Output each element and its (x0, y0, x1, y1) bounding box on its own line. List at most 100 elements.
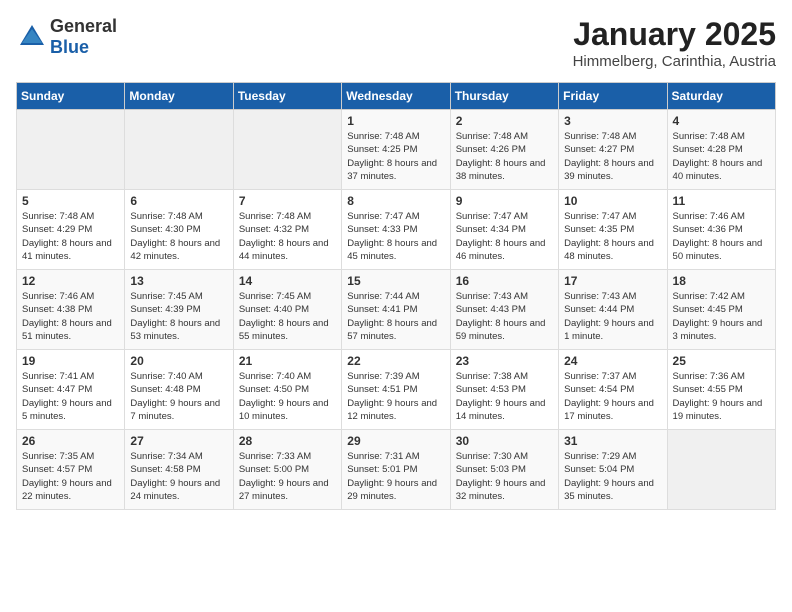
day-number: 28 (239, 434, 336, 448)
day-number: 15 (347, 274, 444, 288)
page-title: January 2025 (573, 16, 776, 53)
calendar-cell: 23Sunrise: 7:38 AMSunset: 4:53 PMDayligh… (450, 350, 558, 430)
day-info: Sunrise: 7:48 AMSunset: 4:28 PMDaylight:… (673, 130, 770, 183)
day-info: Sunrise: 7:29 AMSunset: 5:04 PMDaylight:… (564, 450, 661, 503)
day-number: 10 (564, 194, 661, 208)
calendar-cell: 22 Sunrise: 7:39 AMSunset: 4:51 PMDayligh… (342, 350, 450, 430)
calendar-day-header: Wednesday (342, 83, 450, 110)
calendar-cell: 29 Sunrise: 7:31 AMSunset: 5:01 PMDayligh… (342, 430, 450, 510)
logo: General Blue (16, 16, 117, 58)
day-number: 20 (130, 354, 227, 368)
day-number: 6 (130, 194, 227, 208)
day-number: 16 (456, 274, 553, 288)
calendar-cell: 11 Sunrise: 7:46 AMSunset: 4:36 PMDayligh… (667, 190, 775, 270)
day-number: 9 (456, 194, 553, 208)
page-subtitle: Himmelberg, Carinthia, Austria (573, 53, 776, 70)
calendar-cell: 17 Sunrise: 7:43 AMSunset: 4:44 PMDayligh… (559, 270, 667, 350)
calendar-week-row: 26Sunrise: 7:35 AMSunset: 4:57 PMDayligh… (17, 430, 776, 510)
day-info: Sunrise: 7:40 AMSunset: 4:48 PMDaylight:… (130, 370, 227, 423)
day-info: Sunrise: 7:48 AMSunset: 4:29 PMDaylight:… (22, 210, 119, 263)
day-info: Sunrise: 7:48 AMSunset: 4:25 PMDaylight:… (347, 130, 444, 183)
calendar-cell (667, 430, 775, 510)
calendar-cell: 8Sunrise: 7:47 AMSunset: 4:33 PMDaylight… (342, 190, 450, 270)
day-info: Sunrise: 7:37 AMSunset: 4:54 PMDaylight:… (564, 370, 661, 423)
calendar-cell: 16 Sunrise: 7:43 AMSunset: 4:43 PMDayligh… (450, 270, 558, 350)
day-number: 27 (130, 434, 227, 448)
calendar-week-row: 12 Sunrise: 7:46 AMSunset: 4:38 PMDayligh… (17, 270, 776, 350)
calendar-week-row: 19 Sunrise: 7:41 AMSunset: 4:47 PMDayligh… (17, 350, 776, 430)
day-info: Sunrise: 7:48 AMSunset: 4:30 PMDaylight:… (130, 210, 227, 263)
day-info: Sunrise: 7:48 AMSunset: 4:27 PMDaylight:… (564, 130, 661, 183)
day-number: 31 (564, 434, 661, 448)
day-number: 3 (564, 114, 661, 128)
day-number: 8 (347, 194, 444, 208)
day-number: 19 (22, 354, 119, 368)
day-info: Sunrise: 7:46 AMSunset: 4:36 PMDaylight:… (673, 210, 770, 263)
day-info: Sunrise: 7:44 AMSunset: 4:41 PMDaylight:… (347, 290, 444, 343)
day-number: 17 (564, 274, 661, 288)
day-number: 11 (673, 194, 770, 208)
day-info: Sunrise: 7:45 AMSunset: 4:40 PMDaylight:… (239, 290, 336, 343)
calendar-cell: 12 Sunrise: 7:46 AMSunset: 4:38 PMDayligh… (17, 270, 125, 350)
calendar-day-header: Monday (125, 83, 233, 110)
day-info: Sunrise: 7:33 AMSunset: 5:00 PMDaylight:… (239, 450, 336, 503)
calendar-cell (17, 110, 125, 190)
day-number: 30 (456, 434, 553, 448)
day-info: Sunrise: 7:46 AMSunset: 4:38 PMDaylight:… (22, 290, 119, 343)
day-number: 2 (456, 114, 553, 128)
day-info: Sunrise: 7:30 AMSunset: 5:03 PMDaylight:… (456, 450, 553, 503)
calendar-week-row: 1 Sunrise: 7:48 AMSunset: 4:25 PMDaylight… (17, 110, 776, 190)
calendar-day-header: Friday (559, 83, 667, 110)
day-number: 26 (22, 434, 119, 448)
calendar-cell: 7 Sunrise: 7:48 AMSunset: 4:32 PMDaylight… (233, 190, 341, 270)
calendar-header-row: SundayMondayTuesdayWednesdayThursdayFrid… (17, 83, 776, 110)
calendar-cell: 1 Sunrise: 7:48 AMSunset: 4:25 PMDaylight… (342, 110, 450, 190)
day-info: Sunrise: 7:41 AMSunset: 4:47 PMDaylight:… (22, 370, 119, 423)
day-info: Sunrise: 7:47 AMSunset: 4:35 PMDaylight:… (564, 210, 661, 263)
day-number: 25 (673, 354, 770, 368)
calendar-cell: 4 Sunrise: 7:48 AMSunset: 4:28 PMDaylight… (667, 110, 775, 190)
calendar-cell: 20 Sunrise: 7:40 AMSunset: 4:48 PMDayligh… (125, 350, 233, 430)
day-number: 18 (673, 274, 770, 288)
calendar-cell: 13 Sunrise: 7:45 AMSunset: 4:39 PMDayligh… (125, 270, 233, 350)
calendar-cell: 14Sunrise: 7:45 AMSunset: 4:40 PMDayligh… (233, 270, 341, 350)
calendar-cell: 15 Sunrise: 7:44 AMSunset: 4:41 PMDayligh… (342, 270, 450, 350)
page-header: General Blue January 2025 Himmelberg, Ca… (16, 16, 776, 70)
calendar-cell: 9Sunrise: 7:47 AMSunset: 4:34 PMDaylight… (450, 190, 558, 270)
calendar-cell (233, 110, 341, 190)
calendar-cell (125, 110, 233, 190)
day-number: 13 (130, 274, 227, 288)
day-info: Sunrise: 7:39 AMSunset: 4:51 PMDaylight:… (347, 370, 444, 423)
day-info: Sunrise: 7:38 AMSunset: 4:53 PMDaylight:… (456, 370, 553, 423)
calendar-day-header: Sunday (17, 83, 125, 110)
calendar-day-header: Tuesday (233, 83, 341, 110)
day-number: 7 (239, 194, 336, 208)
calendar-cell: 21Sunrise: 7:40 AMSunset: 4:50 PMDayligh… (233, 350, 341, 430)
day-number: 21 (239, 354, 336, 368)
calendar-cell: 25Sunrise: 7:36 AMSunset: 4:55 PMDayligh… (667, 350, 775, 430)
day-info: Sunrise: 7:43 AMSunset: 4:43 PMDaylight:… (456, 290, 553, 343)
logo-icon (18, 23, 46, 51)
calendar-cell: 5 Sunrise: 7:48 AMSunset: 4:29 PMDaylight… (17, 190, 125, 270)
calendar-cell: 30 Sunrise: 7:30 AMSunset: 5:03 PMDayligh… (450, 430, 558, 510)
logo-general: General (50, 16, 117, 36)
logo-blue: Blue (50, 37, 89, 57)
day-number: 1 (347, 114, 444, 128)
day-number: 5 (22, 194, 119, 208)
calendar-cell: 6 Sunrise: 7:48 AMSunset: 4:30 PMDaylight… (125, 190, 233, 270)
calendar-cell: 31 Sunrise: 7:29 AMSunset: 5:04 PMDayligh… (559, 430, 667, 510)
day-info: Sunrise: 7:45 AMSunset: 4:39 PMDaylight:… (130, 290, 227, 343)
day-number: 29 (347, 434, 444, 448)
calendar-cell: 24Sunrise: 7:37 AMSunset: 4:54 PMDayligh… (559, 350, 667, 430)
calendar-cell: 26Sunrise: 7:35 AMSunset: 4:57 PMDayligh… (17, 430, 125, 510)
day-info: Sunrise: 7:31 AMSunset: 5:01 PMDaylight:… (347, 450, 444, 503)
day-number: 22 (347, 354, 444, 368)
day-info: Sunrise: 7:43 AMSunset: 4:44 PMDaylight:… (564, 290, 661, 343)
day-info: Sunrise: 7:48 AMSunset: 4:32 PMDaylight:… (239, 210, 336, 263)
calendar-day-header: Thursday (450, 83, 558, 110)
calendar-cell: 3 Sunrise: 7:48 AMSunset: 4:27 PMDaylight… (559, 110, 667, 190)
day-number: 4 (673, 114, 770, 128)
day-number: 12 (22, 274, 119, 288)
calendar-day-header: Saturday (667, 83, 775, 110)
day-info: Sunrise: 7:34 AMSunset: 4:58 PMDaylight:… (130, 450, 227, 503)
